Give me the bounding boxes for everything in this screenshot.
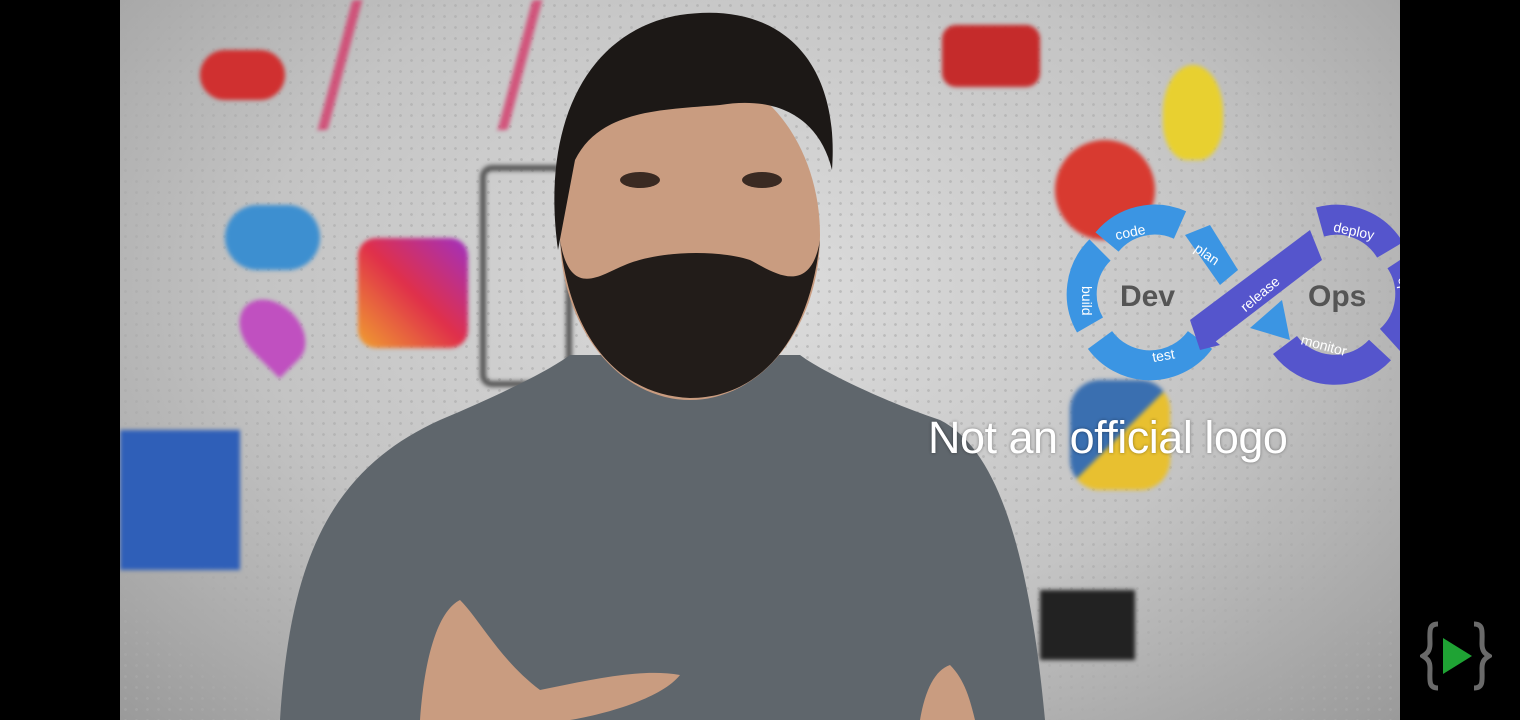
curly-braces-play-icon[interactable] [1420, 620, 1492, 692]
stage-operate-arc [1379, 260, 1400, 351]
stage-build-label: build [1079, 286, 1095, 316]
ops-label: Ops [1308, 280, 1366, 313]
video-caption: Not an official logo [928, 412, 1288, 463]
dev-label: Dev [1120, 280, 1175, 313]
stage-test-arc [1087, 330, 1213, 381]
video-player[interactable]: Dev Ops code plan build test release dep… [0, 0, 1520, 720]
devops-logo: Dev Ops code plan build test release dep… [1066, 204, 1400, 385]
video-frame[interactable]: Dev Ops code plan build test release dep… [120, 0, 1400, 720]
play-icon [1443, 638, 1472, 674]
